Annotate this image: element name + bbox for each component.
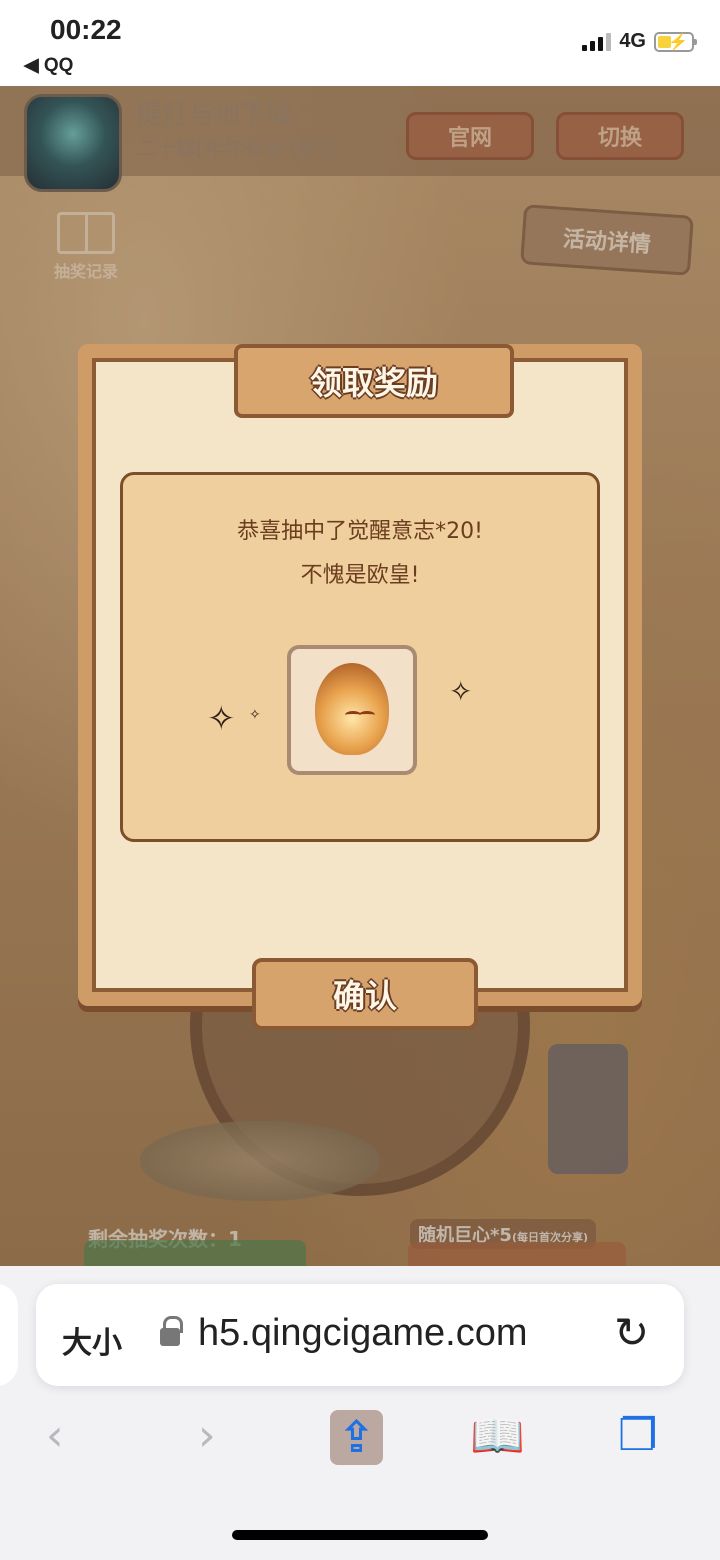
network-type: 4G — [619, 30, 646, 52]
reward-modal: 领取奖励 恭喜抽中了觉醒意志*20! 不愧是欧皇! ✧ ✧ ✧ 确认 — [78, 344, 642, 1030]
text-size-button[interactable]: 大小 — [62, 1318, 122, 1362]
lock-icon — [160, 1316, 183, 1348]
previous-tab-preview[interactable] — [0, 1284, 18, 1386]
status-time: 00:22 — [50, 14, 122, 45]
battery-icon: ⚡ — [654, 31, 697, 52]
confirm-button[interactable]: 确认 — [252, 958, 478, 1030]
sparkle-icon: ✧ — [207, 699, 236, 739]
sparkle-icon-right: ✧ — [449, 675, 473, 708]
home-indicator — [232, 1530, 488, 1540]
share-icon[interactable]: ⇪ — [330, 1410, 383, 1465]
reward-message-line2: 不愧是欧皇! — [300, 563, 420, 588]
reload-icon[interactable]: ↻ — [614, 1308, 649, 1357]
bookmarks-icon[interactable]: 📖 — [470, 1410, 525, 1462]
sparkle-icon-small: ✧ — [249, 707, 261, 723]
reward-panel: 恭喜抽中了觉醒意志*20! 不愧是欧皇! ✧ ✧ ✧ — [120, 472, 600, 842]
reward-message-line1: 恭喜抽中了觉醒意志*20! — [237, 519, 483, 544]
tabs-icon[interactable]: ❐ — [618, 1410, 657, 1461]
reward-item-slot — [287, 645, 417, 775]
flame-spirit-icon — [315, 663, 389, 755]
modal-title: 领取奖励 — [234, 344, 514, 418]
back-to-qq[interactable]: ◀ QQ — [24, 54, 73, 77]
url-text[interactable]: h5.qingcigame.com — [198, 1312, 528, 1355]
forward-arrow-icon[interactable]: › — [198, 1410, 216, 1461]
browser-toolbar: ‹ › ⇪ 📖 ❐ — [0, 1396, 720, 1560]
status-bar: 00:22 ◀ QQ 4G ⚡ — [0, 0, 720, 86]
game-view: 提灯与地下城 二十肆[年年有余 (新)] 官网 切换 抽奖记录 活动详情 剩余抽… — [0, 86, 720, 1266]
signal-icon — [582, 32, 612, 51]
address-bar[interactable]: 大小 h5.qingcigame.com ↻ — [36, 1284, 684, 1386]
status-right: 4G ⚡ — [582, 30, 697, 53]
back-arrow-icon[interactable]: ‹ — [46, 1410, 64, 1461]
browser-address-area: 大小 h5.qingcigame.com ↻ — [0, 1266, 720, 1396]
